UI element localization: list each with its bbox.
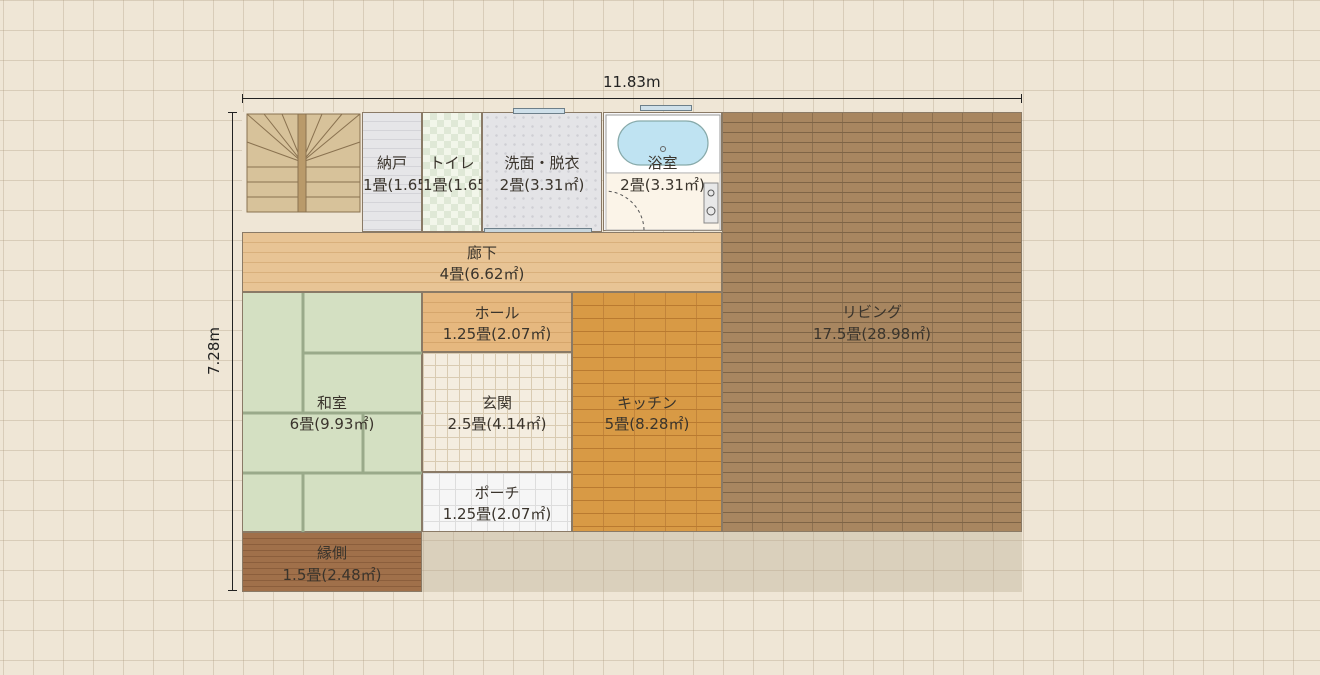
room-porch[interactable]: ポーチ 1.25畳(2.07㎡) [422,472,572,532]
washroom-area: 2畳(3.31㎡) [499,176,585,194]
storage-name: 納戸 [376,154,407,172]
room-storage[interactable]: 納戸 1畳(1.65㎡) [362,112,448,232]
engawa-area: 1.5畳(2.48㎡) [282,566,382,584]
washitsu-area: 6畳(9.93㎡) [289,415,375,433]
porch-name: ポーチ [474,484,520,502]
storage-area: 1畳(1.65㎡) [363,176,448,194]
height-label: 7.28m [205,326,224,376]
corridor-name: 廊下 [466,244,497,262]
kitchen-area: 5畳(8.28㎡) [604,415,690,433]
room-genkan[interactable]: 玄関 2.5畳(4.14㎡) [422,352,572,472]
room-bathroom[interactable]: 浴室 2畳(3.31㎡) [603,112,722,231]
window-bathroom [640,105,692,111]
room-living[interactable]: リビング 17.5畳(28.98㎡) [722,112,1022,532]
kitchen-name: キッチン [616,394,677,412]
width-label: 11.83m [603,73,661,91]
room-kitchen[interactable]: キッチン 5畳(8.28㎡) [572,292,722,532]
washroom-name: 洗面・脱衣 [504,154,580,172]
room-toilet[interactable]: トイレ 1畳(1.65㎡) [422,112,508,232]
toilet-name: トイレ [429,154,475,172]
window-washroom [513,108,565,114]
toilet-area: 1畳(1.65㎡) [423,176,508,194]
hall-area: 1.25畳(2.07㎡) [442,325,552,343]
corridor-area: 4畳(6.62㎡) [439,265,525,283]
room-hall[interactable]: ホール 1.25畳(2.07㎡) [422,292,572,352]
stairs-icon [246,113,361,213]
bathroom-name: 浴室 [647,154,678,172]
genkan-name: 玄関 [481,394,512,412]
bathroom-area: 2畳(3.31㎡) [620,176,705,194]
room-engawa[interactable]: 縁側 1.5畳(2.48㎡) [242,532,422,592]
outdoor-shadow [422,532,1022,592]
porch-area: 1.25畳(2.07㎡) [442,505,552,523]
room-stairs[interactable] [242,112,362,232]
room-washitsu[interactable]: 和室 6畳(9.93㎡) [242,292,423,533]
room-corridor[interactable]: 廊下 4畳(6.62㎡) [242,232,722,292]
living-name: リビング [841,303,902,321]
room-washroom[interactable]: 洗面・脱衣 2畳(3.31㎡) [482,112,602,232]
washitsu-name: 和室 [316,394,347,412]
engawa-name: 縁側 [316,544,347,562]
living-area: 17.5畳(28.98㎡) [812,325,932,343]
hall-name: ホール [474,304,520,322]
genkan-area: 2.5畳(4.14㎡) [447,415,547,433]
